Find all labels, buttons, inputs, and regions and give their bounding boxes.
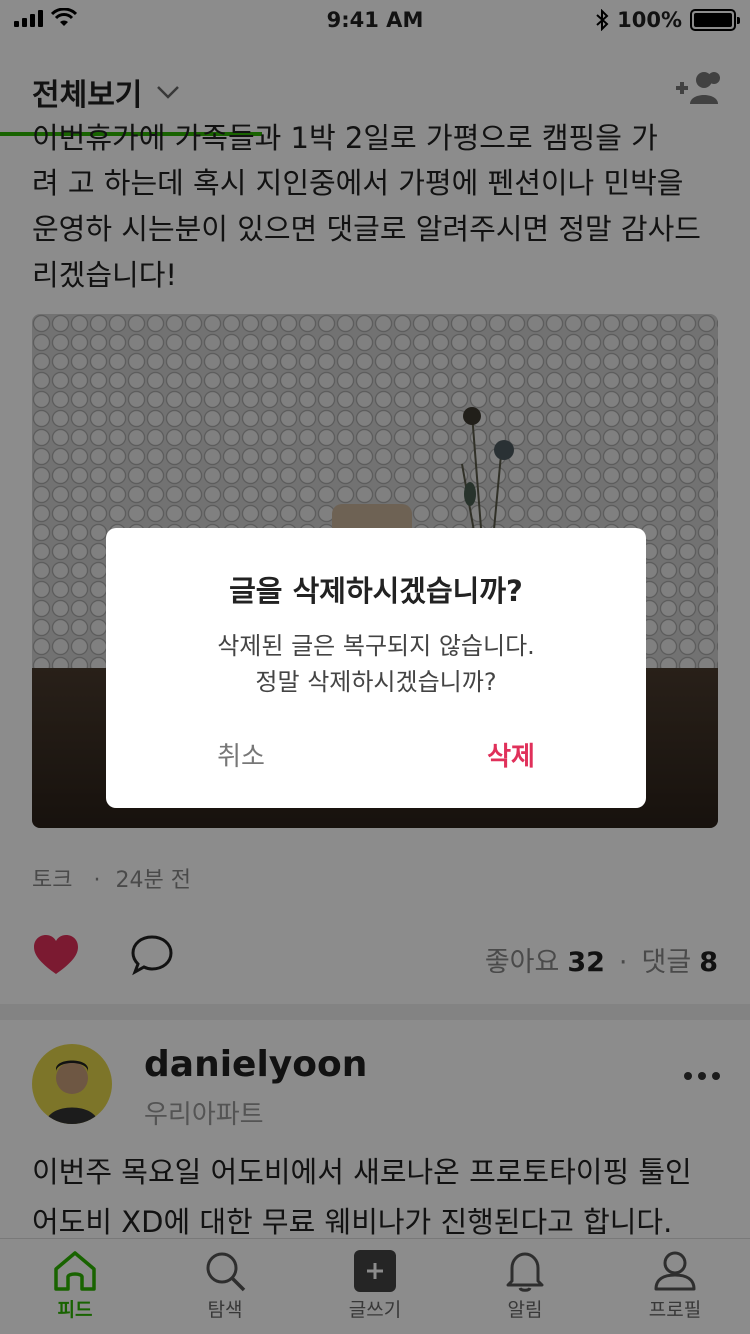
delete-confirm-dialog: 글을 삭제하시겠습니까? 삭제된 글은 복구되지 않습니다. 정말 삭제하시겠습…	[106, 528, 646, 808]
delete-button[interactable]: 삭제	[436, 736, 586, 773]
cancel-button[interactable]: 취소	[166, 736, 316, 773]
dialog-title: 글을 삭제하시겠습니까?	[229, 574, 523, 608]
dialog-buttons: 취소 삭제	[106, 736, 646, 780]
dialog-message: 삭제된 글은 복구되지 않습니다. 정말 삭제하시겠습니까?	[217, 632, 535, 696]
